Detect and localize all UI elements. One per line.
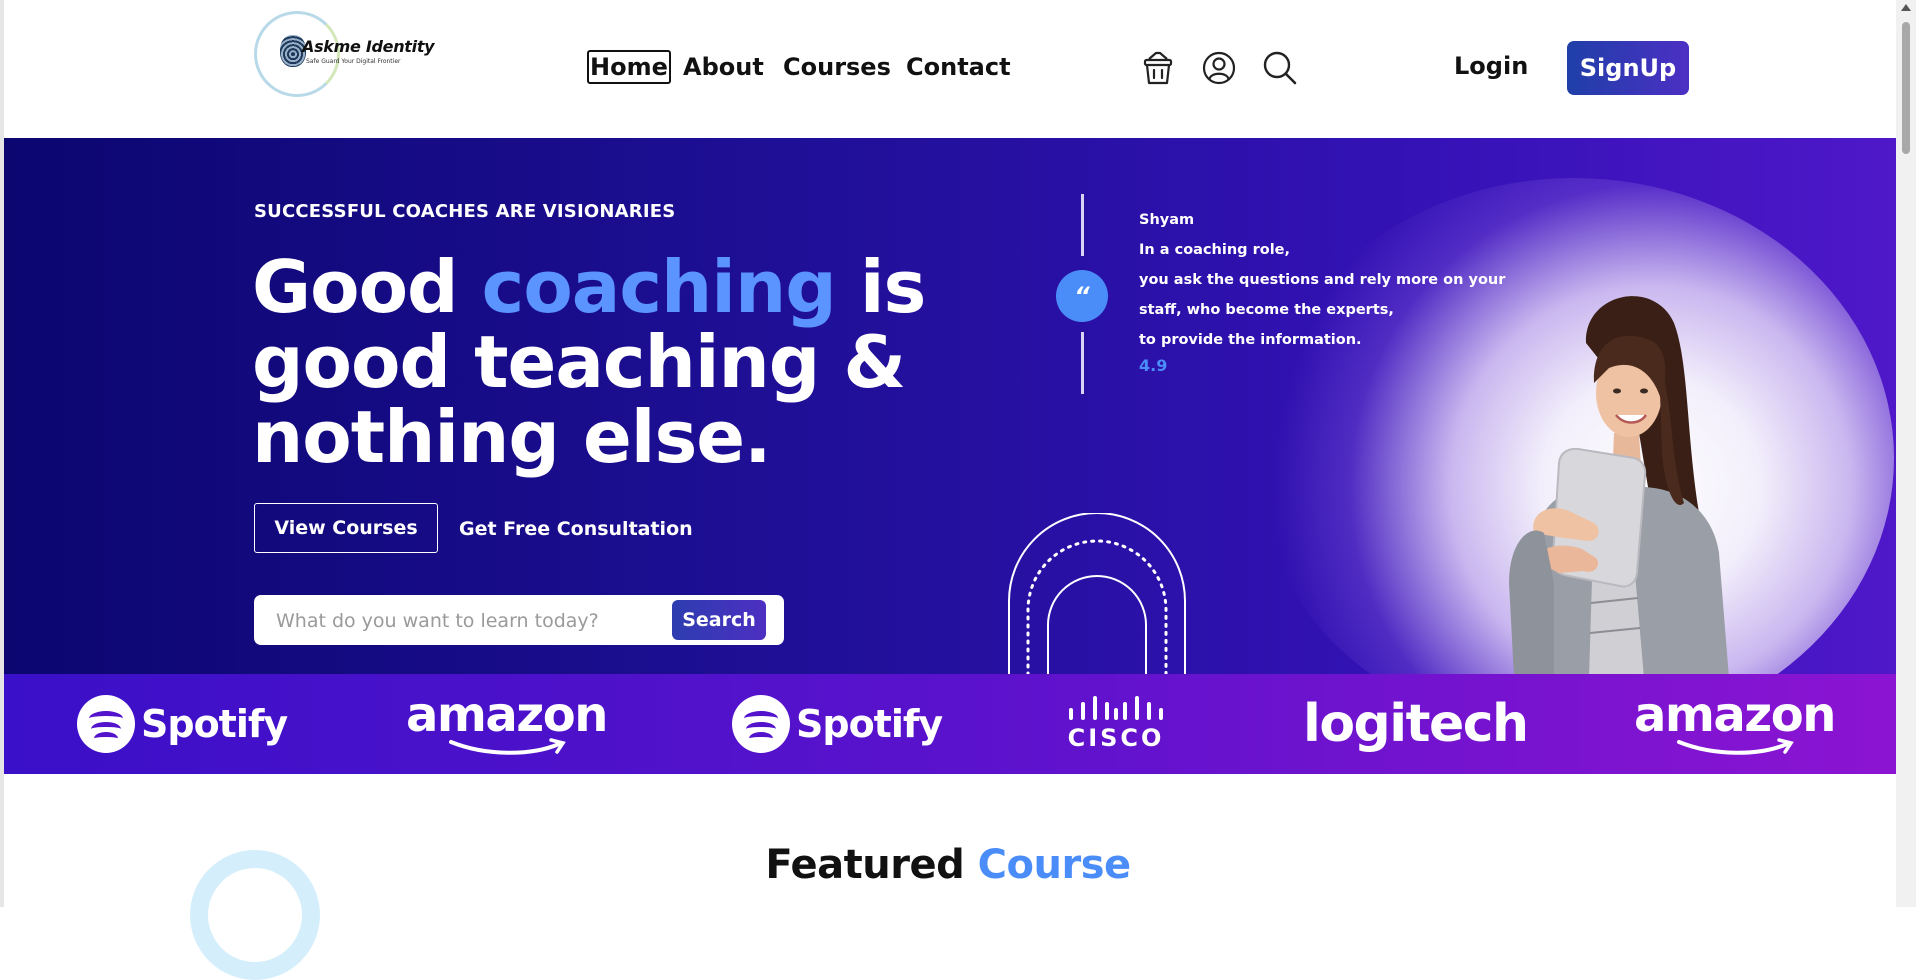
brand-name: Spotify <box>796 702 943 746</box>
hero-person-image <box>1509 296 1729 674</box>
nav-about[interactable]: About <box>681 50 766 84</box>
amazon-smile-icon <box>449 738 567 755</box>
cisco-icon <box>1069 696 1163 720</box>
headline-part2: is <box>835 245 927 329</box>
view-courses-button[interactable]: View Courses <box>254 503 438 553</box>
brand-logo-cisco: CISCO <box>1066 674 1166 774</box>
user-account-icon[interactable] <box>1201 50 1237 86</box>
decorative-arch <box>1008 513 1186 674</box>
testimonial-line: you ask the questions and rely more on y… <box>1139 272 1506 288</box>
brand-logo-spotify: Spotify <box>77 674 288 774</box>
featured-course-heading: Featured Course <box>0 842 1896 888</box>
brand-name: Spotify <box>141 702 288 746</box>
testimonial-line: In a coaching role, <box>1139 242 1291 258</box>
headline-line3: nothing else. <box>252 395 771 479</box>
site-header: Askme Identity Safe Guard Your Digital F… <box>4 0 1896 138</box>
signup-button[interactable]: SignUp <box>1567 41 1689 95</box>
free-consultation-link[interactable]: Get Free Consultation <box>459 518 693 540</box>
scrollbar-thumb[interactable] <box>1902 22 1910 154</box>
logo-name: Askme Identity <box>302 37 435 56</box>
course-search-bar: Search <box>254 595 784 647</box>
brand-name: amazon <box>406 687 608 743</box>
testimonial-line: to provide the information. <box>1139 332 1362 348</box>
cart-icon[interactable] <box>1140 50 1176 86</box>
partner-logos-strip: Spotify amazon Spotify CISCO logitech am… <box>4 674 1896 774</box>
testimonial-line: staff, who become the experts, <box>1139 302 1394 318</box>
headline-part1: Good <box>252 245 482 329</box>
brand-name: amazon <box>1634 687 1836 743</box>
search-button[interactable]: Search <box>672 600 766 640</box>
brand-logo-amazon: amazon <box>1634 674 1836 774</box>
nav-home[interactable]: Home <box>587 50 671 84</box>
brand-name: CISCO <box>1067 724 1165 752</box>
nav-courses[interactable]: Courses <box>781 50 893 84</box>
page-scrollbar[interactable] <box>1896 0 1916 907</box>
search-icon[interactable] <box>1262 50 1298 86</box>
hero-headline: Good coaching is good teaching & nothing… <box>252 250 926 475</box>
quote-divider-bottom <box>1081 332 1084 394</box>
course-search-input[interactable] <box>274 595 658 647</box>
featured-title: Featured <box>765 842 978 888</box>
brand-logo-spotify: Spotify <box>732 674 943 774</box>
brand-name: logitech <box>1303 694 1529 754</box>
amazon-smile-icon <box>1677 738 1795 755</box>
nav-contact[interactable]: Contact <box>904 50 1013 84</box>
spotify-icon <box>732 695 790 753</box>
brand-logo-logitech: logitech <box>1303 674 1529 774</box>
headline-line2: good teaching & <box>252 320 906 404</box>
scroll-up-arrow-icon[interactable] <box>1901 4 1911 11</box>
hero-eyebrow: SUCCESSFUL COACHES ARE VISIONARIES <box>254 201 676 222</box>
testimonial-name: Shyam <box>1139 212 1195 228</box>
brand-logo-amazon: amazon <box>406 674 608 774</box>
login-link[interactable]: Login <box>1454 52 1528 80</box>
site-logo[interactable]: Askme Identity Safe Guard Your Digital F… <box>254 11 435 101</box>
quote-icon: “ <box>1056 270 1108 322</box>
headline-accent: coaching <box>481 245 837 329</box>
logo-tagline: Safe Guard Your Digital Frontier <box>306 58 401 65</box>
spotify-icon <box>77 695 135 753</box>
testimonial-rating: 4.9 <box>1139 356 1168 375</box>
testimonial: Shyam In a coaching role, you ask the qu… <box>1139 205 1505 377</box>
hero-section: SUCCESSFUL COACHES ARE VISIONARIES Good … <box>4 138 1896 674</box>
featured-accent: Course <box>977 842 1131 888</box>
quote-divider-top <box>1081 194 1084 256</box>
